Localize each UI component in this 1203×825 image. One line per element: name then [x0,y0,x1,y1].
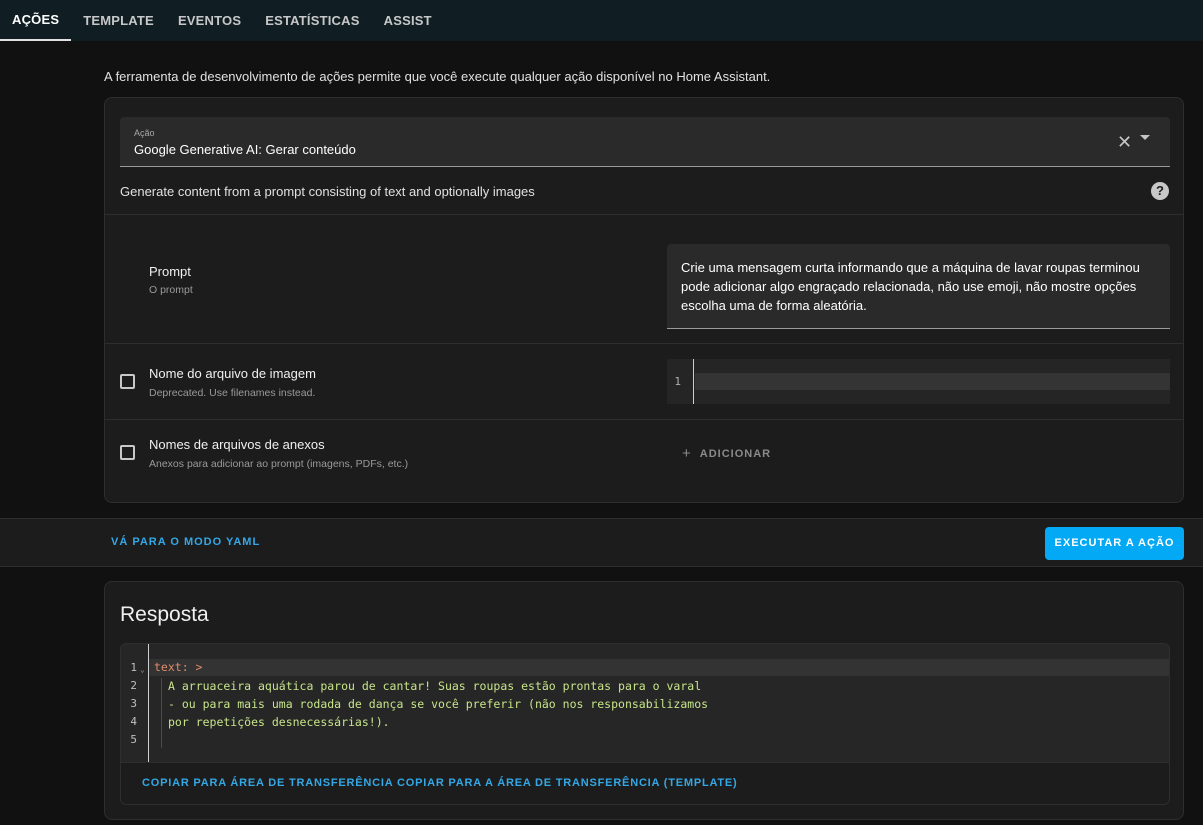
line-number: 2 [130,679,137,692]
line-number: 4 [130,715,137,728]
code-line: - ou para mais uma rodada de dança se vo… [168,697,709,711]
close-icon[interactable]: ✕ [1117,133,1132,151]
image-filename-subtitle: Deprecated. Use filenames instead. [149,387,316,399]
yaml-separator: : > [181,660,203,674]
line-number: 3 [130,697,137,710]
plus-icon: + [682,445,692,462]
action-card: Ação Google Generative AI: Gerar conteúd… [104,97,1184,503]
response-card: Resposta 1 ⌄ 2 3 4 5 text: > A arruaceir… [104,581,1184,820]
action-bar: VÁ PARA O MODO YAML EXECUTAR A AÇÃO [0,518,1203,567]
add-attachment-button[interactable]: + ADICIONAR [682,445,771,462]
prompt-title: Prompt [149,264,191,279]
response-title: Resposta [120,603,209,626]
intro-text: A ferramenta de desenvolvimento de ações… [104,69,771,84]
yaml-key: text [154,660,182,674]
yaml-mode-link[interactable]: VÁ PARA O MODO YAML [111,536,260,548]
attachments-subtitle: Anexos para adicionar ao prompt (imagens… [149,458,409,470]
image-filename-checkbox[interactable] [120,374,135,389]
prompt-textarea[interactable]: Crie uma mensagem curta informando que a… [667,244,1170,329]
add-attachment-label: ADICIONAR [699,448,772,460]
divider [105,214,1183,215]
response-panel: 1 ⌄ 2 3 4 5 text: > A arruaceira aquátic… [120,643,1170,805]
divider [105,343,1183,344]
arrow-drop-down-icon[interactable] [1140,135,1150,140]
attachments-title: Nomes de arquivos de anexos [149,437,325,452]
code-line: text: > [149,659,1169,676]
code-line: A arruaceira aquática parou de cantar! S… [168,679,702,693]
line-number: 1 [130,661,137,674]
tab-assist[interactable]: ASSIST [372,0,444,41]
image-filename-editor[interactable]: 1 [667,359,1170,404]
code-line: por repetições desnecessárias!). [168,715,390,729]
prompt-line: Crie uma mensagem curta informando que a… [681,260,1140,275]
tab-eventos[interactable]: EVENTOS [166,0,253,41]
action-select[interactable]: Ação Google Generative AI: Gerar conteúd… [120,117,1170,167]
action-select-value: Google Generative AI: Gerar conteúdo [134,142,356,157]
response-code-editor[interactable]: 1 ⌄ 2 3 4 5 text: > A arruaceira aquátic… [121,644,1169,762]
copy-clipboard-template-button[interactable]: COPIAR PARA A ÁREA DE TRANSFERÊNCIA (TEM… [397,777,738,789]
prompt-line: escolha uma de forma aleatória. [681,298,867,313]
indent-guide [161,678,162,748]
attachments-checkbox[interactable] [120,445,135,460]
tab-template[interactable]: TEMPLATE [71,0,166,41]
action-description: Generate content from a prompt consistin… [120,184,535,199]
response-actions: COPIAR PARA ÁREA DE TRANSFERÊNCIA COPIAR… [121,762,1169,804]
copy-clipboard-button[interactable]: COPIAR PARA ÁREA DE TRANSFERÊNCIA [142,777,394,789]
action-select-label: Ação [134,128,155,138]
run-action-button[interactable]: EXECUTAR A AÇÃO [1045,527,1184,560]
prompt-subtitle: O prompt [149,284,193,296]
active-line [695,373,1170,390]
divider [105,419,1183,420]
prompt-line: pode adicionar algo engraçado relacionad… [681,279,1137,294]
line-number: 5 [130,733,137,746]
tab-bar: AÇÕES TEMPLATE EVENTOS ESTATÍSTICAS ASSI… [0,0,1203,41]
help-circle-icon[interactable]: ? [1151,182,1169,200]
line-number: 1 [667,359,694,404]
tab-estatisticas[interactable]: ESTATÍSTICAS [253,0,371,41]
tab-acoes[interactable]: AÇÕES [0,0,72,41]
chevron-down-icon[interactable]: ⌄ [140,665,145,674]
code-gutter: 1 ⌄ 2 3 4 5 [121,644,149,762]
image-filename-title: Nome do arquivo de imagem [149,366,316,381]
